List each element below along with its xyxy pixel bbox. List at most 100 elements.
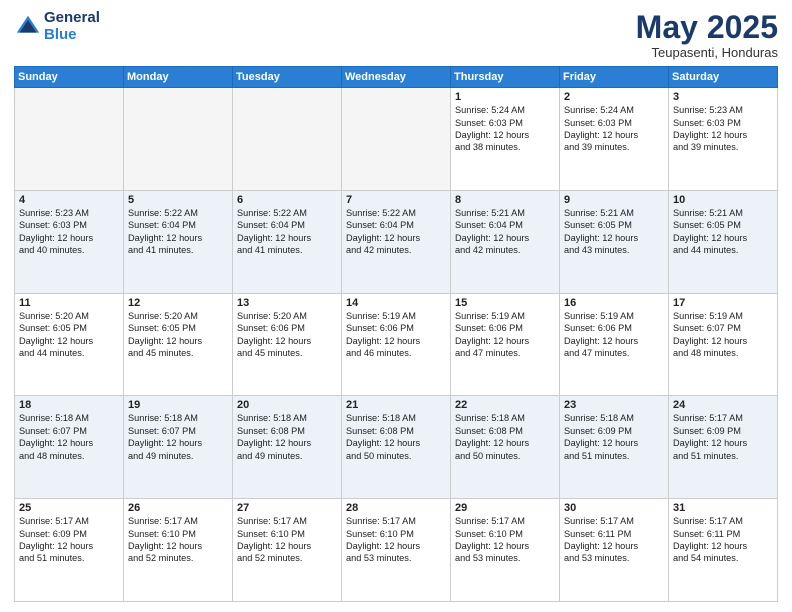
- day-info: Sunrise: 5:19 AMSunset: 6:06 PMDaylight:…: [455, 310, 555, 360]
- day-number: 21: [346, 399, 446, 411]
- day-number: 4: [19, 194, 119, 206]
- day-cell: 14Sunrise: 5:19 AMSunset: 6:06 PMDayligh…: [342, 293, 451, 396]
- day-info: Sunrise: 5:17 AMSunset: 6:10 PMDaylight:…: [455, 515, 555, 565]
- day-cell: 4Sunrise: 5:23 AMSunset: 6:03 PMDaylight…: [15, 190, 124, 293]
- day-info: Sunrise: 5:24 AMSunset: 6:03 PMDaylight:…: [455, 104, 555, 154]
- logo-line1: General: [44, 10, 100, 27]
- day-number: 12: [128, 297, 228, 309]
- day-info: Sunrise: 5:18 AMSunset: 6:09 PMDaylight:…: [564, 412, 664, 462]
- calendar: SundayMondayTuesdayWednesdayThursdayFrid…: [14, 66, 778, 602]
- day-number: 23: [564, 399, 664, 411]
- day-cell: 20Sunrise: 5:18 AMSunset: 6:08 PMDayligh…: [233, 396, 342, 499]
- day-info: Sunrise: 5:17 AMSunset: 6:10 PMDaylight:…: [128, 515, 228, 565]
- col-header-tuesday: Tuesday: [233, 67, 342, 88]
- week-row-4: 18Sunrise: 5:18 AMSunset: 6:07 PMDayligh…: [15, 396, 778, 499]
- day-info: Sunrise: 5:21 AMSunset: 6:04 PMDaylight:…: [455, 207, 555, 257]
- col-header-friday: Friday: [560, 67, 669, 88]
- logo-line2: Blue: [44, 27, 100, 44]
- day-info: Sunrise: 5:17 AMSunset: 6:10 PMDaylight:…: [346, 515, 446, 565]
- col-header-thursday: Thursday: [451, 67, 560, 88]
- day-number: 1: [455, 91, 555, 103]
- week-row-2: 4Sunrise: 5:23 AMSunset: 6:03 PMDaylight…: [15, 190, 778, 293]
- day-cell: 28Sunrise: 5:17 AMSunset: 6:10 PMDayligh…: [342, 499, 451, 602]
- subtitle: Teupasenti, Honduras: [636, 45, 778, 60]
- day-info: Sunrise: 5:21 AMSunset: 6:05 PMDaylight:…: [673, 207, 773, 257]
- day-cell: 1Sunrise: 5:24 AMSunset: 6:03 PMDaylight…: [451, 88, 560, 191]
- day-cell: 27Sunrise: 5:17 AMSunset: 6:10 PMDayligh…: [233, 499, 342, 602]
- title-block: May 2025 Teupasenti, Honduras: [636, 10, 778, 60]
- logo-icon: [14, 13, 42, 41]
- day-info: Sunrise: 5:17 AMSunset: 6:10 PMDaylight:…: [237, 515, 337, 565]
- day-cell: 31Sunrise: 5:17 AMSunset: 6:11 PMDayligh…: [669, 499, 778, 602]
- day-info: Sunrise: 5:19 AMSunset: 6:07 PMDaylight:…: [673, 310, 773, 360]
- day-number: 18: [19, 399, 119, 411]
- day-number: 27: [237, 502, 337, 514]
- day-number: 3: [673, 91, 773, 103]
- day-number: 2: [564, 91, 664, 103]
- day-cell: 16Sunrise: 5:19 AMSunset: 6:06 PMDayligh…: [560, 293, 669, 396]
- day-cell: [15, 88, 124, 191]
- day-info: Sunrise: 5:17 AMSunset: 6:11 PMDaylight:…: [673, 515, 773, 565]
- day-info: Sunrise: 5:17 AMSunset: 6:11 PMDaylight:…: [564, 515, 664, 565]
- day-number: 9: [564, 194, 664, 206]
- day-cell: 21Sunrise: 5:18 AMSunset: 6:08 PMDayligh…: [342, 396, 451, 499]
- col-header-wednesday: Wednesday: [342, 67, 451, 88]
- day-info: Sunrise: 5:17 AMSunset: 6:09 PMDaylight:…: [19, 515, 119, 565]
- day-number: 24: [673, 399, 773, 411]
- day-cell: 24Sunrise: 5:17 AMSunset: 6:09 PMDayligh…: [669, 396, 778, 499]
- day-cell: 25Sunrise: 5:17 AMSunset: 6:09 PMDayligh…: [15, 499, 124, 602]
- day-number: 31: [673, 502, 773, 514]
- day-number: 8: [455, 194, 555, 206]
- day-cell: 19Sunrise: 5:18 AMSunset: 6:07 PMDayligh…: [124, 396, 233, 499]
- day-cell: 8Sunrise: 5:21 AMSunset: 6:04 PMDaylight…: [451, 190, 560, 293]
- day-info: Sunrise: 5:18 AMSunset: 6:08 PMDaylight:…: [237, 412, 337, 462]
- day-number: 15: [455, 297, 555, 309]
- day-number: 22: [455, 399, 555, 411]
- day-number: 7: [346, 194, 446, 206]
- day-info: Sunrise: 5:19 AMSunset: 6:06 PMDaylight:…: [346, 310, 446, 360]
- day-info: Sunrise: 5:17 AMSunset: 6:09 PMDaylight:…: [673, 412, 773, 462]
- day-info: Sunrise: 5:23 AMSunset: 6:03 PMDaylight:…: [673, 104, 773, 154]
- week-row-5: 25Sunrise: 5:17 AMSunset: 6:09 PMDayligh…: [15, 499, 778, 602]
- day-number: 6: [237, 194, 337, 206]
- day-number: 19: [128, 399, 228, 411]
- logo: General Blue: [14, 10, 100, 43]
- day-number: 5: [128, 194, 228, 206]
- day-info: Sunrise: 5:20 AMSunset: 6:06 PMDaylight:…: [237, 310, 337, 360]
- day-number: 25: [19, 502, 119, 514]
- day-cell: 5Sunrise: 5:22 AMSunset: 6:04 PMDaylight…: [124, 190, 233, 293]
- day-info: Sunrise: 5:22 AMSunset: 6:04 PMDaylight:…: [346, 207, 446, 257]
- day-info: Sunrise: 5:21 AMSunset: 6:05 PMDaylight:…: [564, 207, 664, 257]
- day-info: Sunrise: 5:22 AMSunset: 6:04 PMDaylight:…: [128, 207, 228, 257]
- day-cell: [233, 88, 342, 191]
- day-cell: [342, 88, 451, 191]
- day-number: 16: [564, 297, 664, 309]
- day-cell: 7Sunrise: 5:22 AMSunset: 6:04 PMDaylight…: [342, 190, 451, 293]
- day-cell: 11Sunrise: 5:20 AMSunset: 6:05 PMDayligh…: [15, 293, 124, 396]
- day-info: Sunrise: 5:20 AMSunset: 6:05 PMDaylight:…: [19, 310, 119, 360]
- calendar-header-row: SundayMondayTuesdayWednesdayThursdayFrid…: [15, 67, 778, 88]
- day-info: Sunrise: 5:18 AMSunset: 6:07 PMDaylight:…: [128, 412, 228, 462]
- header: General Blue May 2025 Teupasenti, Hondur…: [14, 10, 778, 60]
- day-cell: 6Sunrise: 5:22 AMSunset: 6:04 PMDaylight…: [233, 190, 342, 293]
- day-number: 10: [673, 194, 773, 206]
- day-number: 13: [237, 297, 337, 309]
- day-info: Sunrise: 5:18 AMSunset: 6:07 PMDaylight:…: [19, 412, 119, 462]
- day-cell: 12Sunrise: 5:20 AMSunset: 6:05 PMDayligh…: [124, 293, 233, 396]
- day-number: 28: [346, 502, 446, 514]
- day-cell: 30Sunrise: 5:17 AMSunset: 6:11 PMDayligh…: [560, 499, 669, 602]
- main-title: May 2025: [636, 10, 778, 45]
- day-cell: 17Sunrise: 5:19 AMSunset: 6:07 PMDayligh…: [669, 293, 778, 396]
- day-info: Sunrise: 5:19 AMSunset: 6:06 PMDaylight:…: [564, 310, 664, 360]
- day-cell: 29Sunrise: 5:17 AMSunset: 6:10 PMDayligh…: [451, 499, 560, 602]
- day-info: Sunrise: 5:18 AMSunset: 6:08 PMDaylight:…: [346, 412, 446, 462]
- col-header-saturday: Saturday: [669, 67, 778, 88]
- day-info: Sunrise: 5:18 AMSunset: 6:08 PMDaylight:…: [455, 412, 555, 462]
- day-info: Sunrise: 5:22 AMSunset: 6:04 PMDaylight:…: [237, 207, 337, 257]
- day-number: 26: [128, 502, 228, 514]
- week-row-1: 1Sunrise: 5:24 AMSunset: 6:03 PMDaylight…: [15, 88, 778, 191]
- day-cell: 13Sunrise: 5:20 AMSunset: 6:06 PMDayligh…: [233, 293, 342, 396]
- col-header-monday: Monday: [124, 67, 233, 88]
- day-number: 30: [564, 502, 664, 514]
- day-cell: 23Sunrise: 5:18 AMSunset: 6:09 PMDayligh…: [560, 396, 669, 499]
